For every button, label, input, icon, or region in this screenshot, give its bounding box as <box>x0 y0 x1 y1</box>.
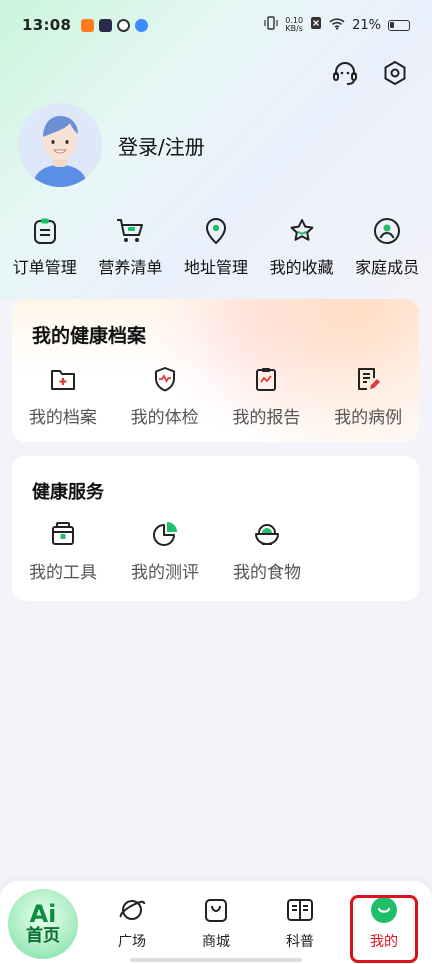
battery-icon <box>388 19 410 31</box>
home-indicator <box>130 958 302 962</box>
status-bar: 13:08 0.10 KB/s 21% <box>0 0 432 50</box>
quick-action-family[interactable]: 家庭成员 <box>344 216 430 278</box>
quick-action-label: 营养清单 <box>98 258 163 277</box>
health-item-label: 我的档案 <box>28 408 97 428</box>
health-item-label: 我的报告 <box>232 408 301 428</box>
health-item-my-archive[interactable]: 我的档案 <box>12 365 114 428</box>
settings-icon[interactable] <box>380 58 410 88</box>
location-icon <box>201 216 231 246</box>
health-item-case[interactable]: 我的病例 <box>317 365 419 428</box>
nav-item-mall[interactable]: 商城 <box>186 895 246 951</box>
shopping-bag-icon <box>201 895 231 925</box>
health-item-label: 我的病例 <box>334 408 403 428</box>
health-service-title: 健康服务 <box>32 482 104 503</box>
health-archive-items: 我的档案 我的体检 我的报告 我的病例 <box>12 365 419 428</box>
health-item-checkup[interactable]: 我的体检 <box>114 365 216 428</box>
status-time: 13:08 <box>22 16 72 34</box>
food-bowl-icon <box>253 520 281 548</box>
toolbox-icon <box>49 520 77 548</box>
book-icon <box>285 895 315 925</box>
profile-section[interactable]: 登录/注册 <box>18 103 205 187</box>
clipboard-chart-icon <box>252 365 280 393</box>
quick-action-favorites[interactable]: 我的收藏 <box>259 216 345 278</box>
nav-item-science[interactable]: 科普 <box>270 895 330 951</box>
avatar[interactable] <box>18 103 102 187</box>
app-notification-icon <box>117 18 131 32</box>
health-item-report[interactable]: 我的报告 <box>216 365 318 428</box>
quick-action-orders[interactable]: 订单管理 <box>2 216 88 278</box>
highlight-box <box>350 895 418 963</box>
login-register-link[interactable]: 登录/注册 <box>118 131 205 160</box>
planet-icon <box>117 895 147 925</box>
nav-label: 广场 <box>118 934 146 950</box>
service-item-label: 我的食物 <box>233 563 301 583</box>
health-service-items: 我的工具 我的测评 我的食物 <box>12 520 419 583</box>
service-item-label: 我的测评 <box>131 563 199 583</box>
app-notification-icon <box>81 18 95 32</box>
health-archive-title: 我的健康档案 <box>32 325 147 347</box>
folder-plus-icon <box>49 365 77 393</box>
order-icon <box>30 216 60 246</box>
quick-action-label: 家庭成员 <box>355 258 420 277</box>
quick-action-label: 地址管理 <box>183 258 248 277</box>
app-notification-icon <box>99 18 113 32</box>
header-actions <box>330 58 410 88</box>
customer-service-icon[interactable] <box>330 58 360 88</box>
quick-actions: 订单管理 营养清单 地址管理 我的收藏 家庭成员 <box>0 216 432 278</box>
health-service-card: 健康服务 我的工具 我的测评 我的食物 <box>12 456 419 601</box>
service-item-tools[interactable]: 我的工具 <box>12 520 114 583</box>
nav-home-label: 首页 <box>26 926 60 946</box>
pie-chart-icon <box>151 520 179 548</box>
nav-label: 科普 <box>286 934 314 950</box>
health-archive-card: 我的健康档案 我的档案 我的体检 我的报告 我的病例 <box>12 299 419 442</box>
battery-text: 21% <box>352 17 381 33</box>
star-icon <box>287 216 317 246</box>
shield-pulse-icon <box>151 365 179 393</box>
ai-logo: Ai <box>29 900 57 928</box>
family-icon <box>372 216 402 246</box>
quick-action-address[interactable]: 地址管理 <box>173 216 259 278</box>
quick-action-label: 我的收藏 <box>269 258 334 277</box>
vibrate-icon <box>264 16 278 34</box>
health-item-label: 我的体检 <box>130 408 199 428</box>
nav-label: 商城 <box>202 934 230 950</box>
wifi-icon <box>329 17 345 34</box>
sim-off-icon <box>310 16 322 34</box>
nav-home-ai-button[interactable]: Ai 首页 <box>8 889 78 959</box>
quick-action-nutrition-list[interactable]: 营养清单 <box>88 216 174 278</box>
notification-icons <box>81 18 149 32</box>
net-speed-unit: KB/s <box>285 24 303 33</box>
net-speed: 0.10 KB/s <box>285 17 303 33</box>
app-notification-icon <box>135 18 149 32</box>
service-item-food[interactable]: 我的食物 <box>216 520 318 583</box>
cart-icon <box>115 216 145 246</box>
nav-item-square[interactable]: 广场 <box>102 895 162 951</box>
service-item-assessment[interactable]: 我的测评 <box>114 520 216 583</box>
service-item-label: 我的工具 <box>29 563 97 583</box>
document-edit-icon <box>354 365 382 393</box>
quick-action-label: 订单管理 <box>12 258 77 277</box>
